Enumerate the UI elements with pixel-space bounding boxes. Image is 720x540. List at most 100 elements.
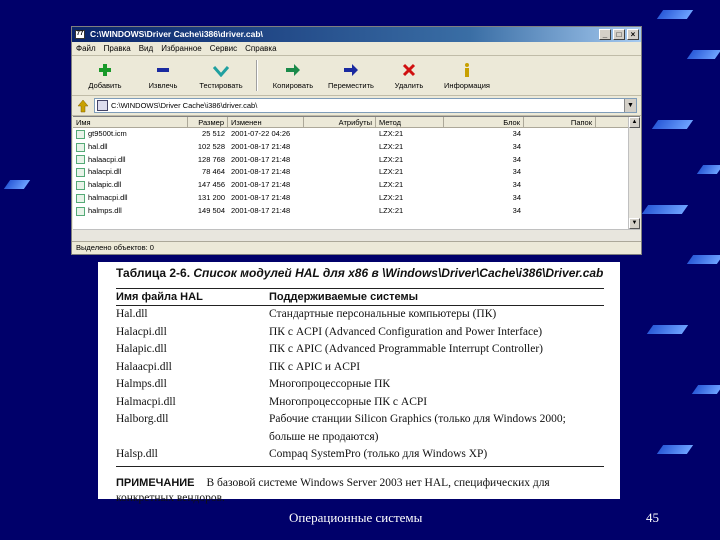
decorative-bar	[646, 325, 689, 334]
decorative-bar	[686, 255, 720, 264]
header-systems: Поддерживаемые системы	[269, 291, 418, 303]
file-icon	[76, 155, 85, 165]
file-name: gt9500t.icm	[73, 128, 188, 141]
info-button[interactable]: Информация	[438, 56, 496, 95]
col-block[interactable]: Блок	[444, 117, 524, 127]
hal-file-name: Halapic.dll	[116, 343, 167, 355]
table-row[interactable]: gt9500t.icm 25 512 2001-07-22 04:26 LZX:21 3…	[73, 128, 640, 141]
hal-file-name: Halborg.dll	[116, 413, 169, 425]
file-size: 25 512	[202, 129, 225, 138]
file-block: 34	[512, 129, 521, 138]
file-icon	[76, 142, 85, 152]
col-modified[interactable]: Изменен	[228, 117, 304, 127]
file-modified: 2001-08-17 21:48	[231, 141, 291, 151]
info-icon	[459, 62, 475, 78]
toolbar-separator	[256, 60, 258, 91]
address-input[interactable]: C:\WINDOWS\Driver Cache\i386\driver.cab\…	[94, 98, 637, 113]
file-method: LZX:21	[379, 167, 404, 177]
file-block: 34	[512, 154, 521, 164]
menu-help[interactable]: Справка	[245, 44, 276, 53]
menu-edit[interactable]: Правка	[104, 44, 131, 53]
file-name: hal.dll	[73, 141, 188, 154]
file-icon	[76, 181, 85, 191]
file-attributes	[304, 205, 376, 218]
menu-file[interactable]: Файл	[76, 44, 96, 53]
file-modified: 2001-08-17 21:48	[231, 167, 291, 177]
menu-view[interactable]: Вид	[139, 44, 153, 53]
book-table-image: Таблица 2-6. Список модулей HAL для x86 …	[98, 262, 620, 504]
file-folders	[524, 128, 596, 141]
header-filename: Имя файла HAL	[116, 291, 203, 303]
table-bottom-rule	[116, 465, 604, 467]
title-bar[interactable]: 77 C:\WINDOWS\Driver Cache\i386\driver.c…	[72, 27, 641, 42]
file-folders	[524, 154, 596, 167]
copy-button[interactable]: Копировать	[264, 56, 322, 95]
vertical-scrollbar[interactable]: ▲ ▼	[628, 117, 640, 241]
footer-title: Операционные системы	[289, 510, 423, 525]
file-size: 78 464	[202, 167, 225, 177]
supported-systems: Многопроцессорные ПК	[269, 378, 391, 390]
table-row[interactable]: halapic.dll 147 456 2001-08-17 21:48 LZX:21…	[73, 179, 640, 192]
file-modified: 2001-08-17 21:48	[231, 205, 291, 215]
maximize-button[interactable]: □	[613, 29, 625, 40]
table-row[interactable]: halmacpi.dll 131 200 2001-08-17 21:48 LZX:2…	[73, 192, 640, 205]
col-size[interactable]: Размер	[188, 117, 228, 127]
table-row: Halaacpi.dll ПК с APIC и ACPI	[116, 359, 604, 377]
note: ПРИМЕЧАНИЕ В базовой системе Windows Serv…	[116, 476, 604, 506]
table-row[interactable]: hal.dll 102 528 2001-08-17 21:48 LZX:21 34	[73, 141, 640, 154]
window-title: C:\WINDOWS\Driver Cache\i386\driver.cab\	[90, 29, 263, 39]
move-arrow-icon	[343, 62, 359, 78]
table-row: Halsp.dll Compaq SystemPro (только для Wi…	[116, 446, 604, 464]
col-attributes[interactable]: Атрибуты	[304, 117, 376, 127]
table-row: Halborg.dll Рабочие станции Silicon Graph…	[116, 411, 604, 446]
chevron-down-icon[interactable]: ▼	[624, 99, 636, 112]
supported-systems: Многопроцессорные ПК с ACPI	[269, 395, 428, 408]
table-row[interactable]: halacpi.dll 78 464 2001-08-17 21:48 LZX:21 3…	[73, 166, 640, 179]
archive-window: 77 C:\WINDOWS\Driver Cache\i386\driver.c…	[71, 26, 642, 255]
file-folders	[524, 192, 596, 205]
supported-systems: ПК с ACPI (Advanced Configuration and Po…	[269, 325, 543, 338]
scroll-up-icon[interactable]: ▲	[629, 117, 640, 128]
file-method: LZX:21	[379, 180, 404, 190]
scroll-down-icon[interactable]: ▼	[629, 218, 640, 229]
menu-tools[interactable]: Сервис	[210, 44, 237, 53]
delete-button[interactable]: Удалить	[380, 56, 438, 95]
horizontal-scrollbar[interactable]	[73, 229, 640, 241]
table-row[interactable]: halaacpi.dll 128 768 2001-08-17 21:48 LZX:2…	[73, 154, 640, 167]
hal-file-name: Hal.dll	[116, 308, 148, 320]
col-name[interactable]: Имя	[73, 117, 188, 127]
minimize-button[interactable]: _	[599, 29, 611, 40]
supported-systems: ПК с APIC и ACPI	[269, 360, 361, 373]
hal-file-name: Halmps.dll	[116, 378, 167, 390]
file-icon	[76, 168, 85, 178]
hal-file-name: Halacpi.dll	[116, 325, 167, 338]
file-attributes	[304, 154, 376, 167]
file-attributes	[304, 141, 376, 154]
supported-systems: ПК с APIC (Advanced Programmable Interru…	[269, 343, 544, 355]
file-attributes	[304, 128, 376, 141]
hal-file-name: Halsp.dll	[116, 448, 158, 460]
column-header: Имя Размер Изменен Атрибуты Метод Блок П…	[73, 117, 640, 128]
up-folder-icon[interactable]	[76, 99, 90, 113]
archive-icon	[97, 100, 108, 111]
file-folders	[524, 205, 596, 218]
decorative-bar	[3, 180, 31, 189]
extract-button[interactable]: Извлечь	[134, 56, 192, 95]
copy-arrow-icon	[285, 62, 301, 78]
file-block: 34	[512, 205, 521, 215]
close-button[interactable]: ×	[627, 29, 639, 40]
col-method[interactable]: Метод	[376, 117, 444, 127]
col-folders[interactable]: Папок	[524, 117, 596, 127]
file-modified: 2001-08-17 21:48	[231, 154, 291, 164]
file-name: halapic.dll	[73, 179, 188, 192]
add-button[interactable]: Добавить	[76, 56, 134, 95]
menu-favorites[interactable]: Избранное	[161, 44, 202, 53]
table-row[interactable]: halmps.dll 149 504 2001-08-17 21:48 LZX:21 3…	[73, 205, 640, 218]
move-button[interactable]: Переместить	[322, 56, 380, 95]
file-method: LZX:21	[379, 129, 404, 138]
table-row: Halapic.dll ПК с APIC (Advanced Programma…	[116, 341, 604, 359]
file-attributes	[304, 192, 376, 205]
test-button[interactable]: Тестировать	[192, 56, 250, 95]
note-label: ПРИМЕЧАНИЕ	[116, 476, 195, 489]
menu-bar: Файл Правка Вид Избранное Сервис Справка	[72, 42, 641, 56]
